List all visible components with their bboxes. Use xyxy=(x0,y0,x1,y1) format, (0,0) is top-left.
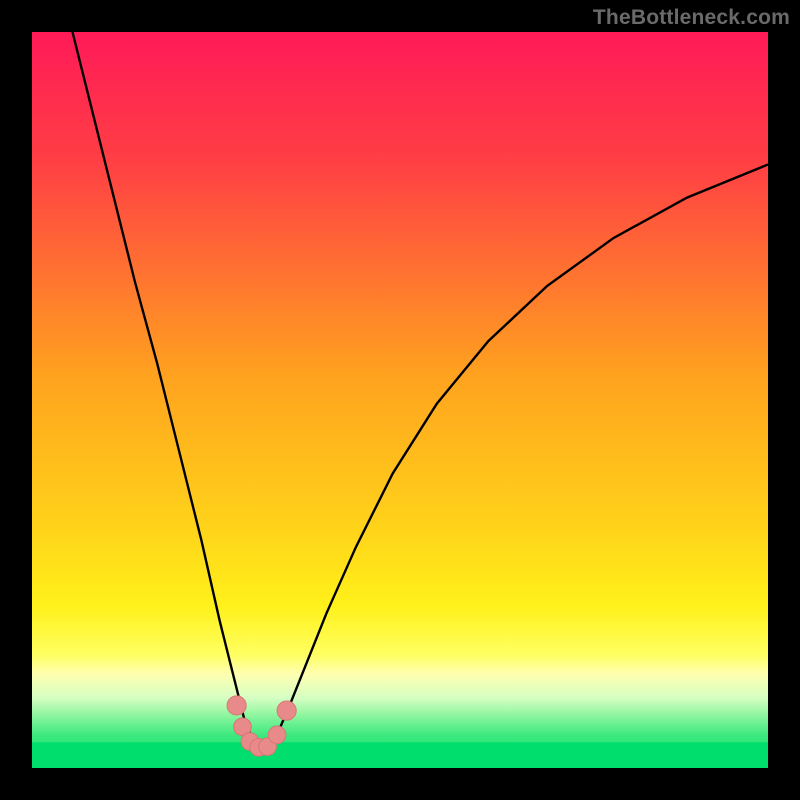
optimal-band xyxy=(32,742,768,768)
gradient-background xyxy=(32,32,768,768)
curve-marker-0 xyxy=(227,696,246,715)
watermark-text: TheBottleneck.com xyxy=(593,6,790,30)
curve-marker-5 xyxy=(268,726,286,744)
chart-frame: TheBottleneck.com xyxy=(0,0,800,800)
plot-area xyxy=(32,32,768,768)
curve-marker-6 xyxy=(277,701,296,720)
bottleneck-chart xyxy=(32,32,768,768)
